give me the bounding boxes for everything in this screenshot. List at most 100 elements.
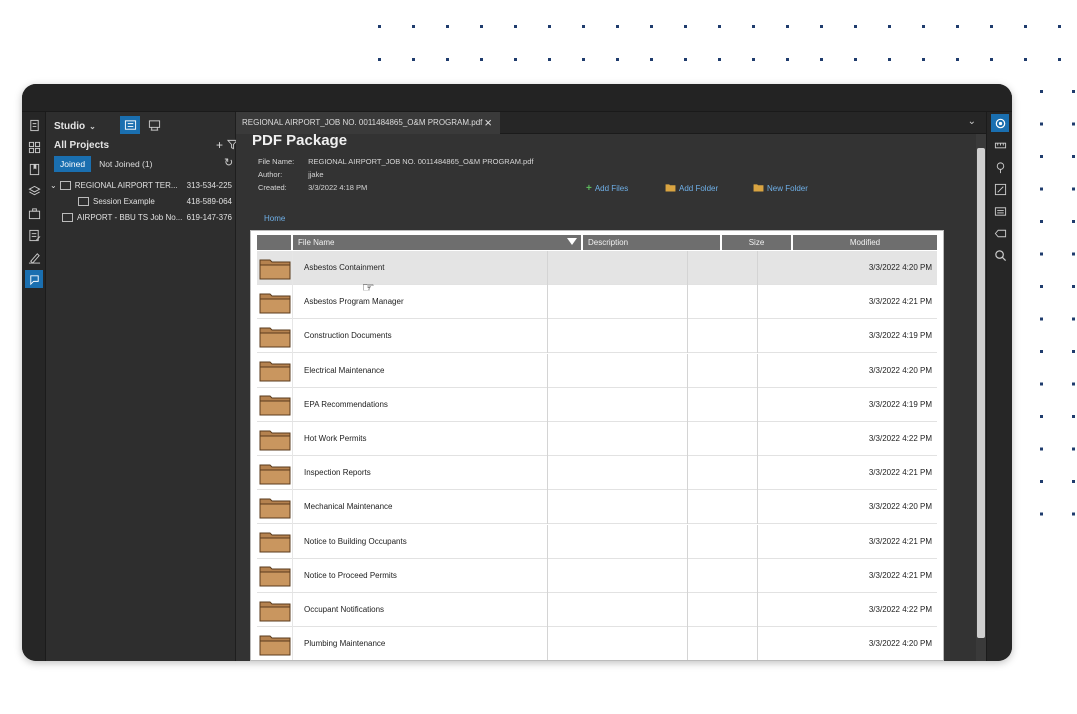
table-row[interactable]: Construction Documents 3/3/2022 4:19 PM — [257, 318, 937, 354]
modified-cell: 3/3/2022 4:22 PM — [868, 605, 932, 614]
column-divider — [757, 558, 758, 593]
add-project-icon[interactable]: + — [216, 138, 223, 152]
projects-icon[interactable] — [120, 116, 140, 134]
add-files-button[interactable]: + Add Files — [586, 183, 628, 194]
tag-icon[interactable] — [991, 224, 1009, 242]
package-title: PDF Package — [252, 132, 348, 149]
tab-not-joined[interactable]: Not Joined (1) — [91, 156, 160, 172]
column-divider — [687, 422, 688, 456]
layers-icon[interactable] — [25, 182, 43, 200]
header-description[interactable]: Description — [583, 235, 722, 250]
sessions-icon[interactable] — [144, 116, 164, 134]
modified-cell: 3/3/2022 4:21 PM — [868, 468, 932, 478]
header-file-name[interactable]: File Name — [293, 235, 583, 250]
folder-icon — [257, 284, 293, 319]
table-header: File Name Description Size Modified — [257, 235, 937, 250]
created-value: 3/3/2022 4:18 PM — [308, 183, 368, 192]
places-icon[interactable] — [991, 158, 1009, 176]
file-name-cell: Notice to Proceed Permits — [304, 570, 397, 580]
chevron-down-icon[interactable]: ⌄ — [968, 116, 976, 127]
column-divider — [757, 387, 758, 422]
markup-icon[interactable] — [991, 180, 1009, 198]
column-divider — [547, 593, 548, 627]
package-file-table: File Name Description Size Modified Asbe… — [250, 230, 944, 661]
measurements-icon[interactable] — [991, 136, 1009, 154]
folder-icon — [257, 455, 293, 490]
file-name-cell: Mechanical Maintenance — [304, 502, 393, 512]
top-bar — [22, 84, 1012, 112]
project-row[interactable]: AIRPORT - BBU TS Job No... 619-147-376 — [46, 210, 236, 224]
column-divider — [547, 524, 548, 559]
column-divider — [757, 524, 758, 559]
thumbnails-icon[interactable] — [25, 138, 43, 156]
plus-icon: + — [586, 183, 592, 194]
home-breadcrumb[interactable]: Home — [264, 214, 285, 223]
add-folder-button[interactable]: Add Folder — [665, 183, 718, 194]
toolbox-icon[interactable] — [25, 204, 43, 222]
project-name: REGIONAL AIRPORT TER... — [74, 180, 178, 190]
folder-icon — [257, 558, 293, 593]
column-divider — [687, 319, 688, 354]
markups-list-icon[interactable] — [25, 226, 43, 244]
file-name-label: File Name: — [258, 157, 295, 166]
new-folder-button[interactable]: New Folder — [753, 183, 808, 194]
header-file-name-label: File Name — [298, 238, 335, 247]
project-id: 619-147-376 — [186, 212, 232, 222]
column-divider — [547, 490, 548, 525]
project-row[interactable]: ⌄ REGIONAL AIRPORT TER... 313-534-225 — [46, 178, 236, 192]
table-row[interactable]: Asbestos Containment 3/3/2022 4:20 PM — [257, 250, 937, 285]
refresh-icon[interactable]: ↻ — [224, 156, 233, 169]
column-divider — [547, 387, 548, 422]
session-row[interactable]: Session Example 418-589-064 — [46, 194, 236, 208]
table-row[interactable]: Electrical Maintenance 3/3/2022 4:20 PM — [257, 353, 937, 388]
session-id: 418-589-064 — [186, 196, 232, 206]
modified-cell: 3/3/2022 4:21 PM — [868, 536, 932, 546]
table-row[interactable]: Notice to Building Occupants 3/3/2022 4:2… — [257, 524, 937, 559]
created-label: Created: — [258, 183, 287, 192]
folder-icon — [257, 421, 293, 456]
file-name-cell: EPA Recommendations — [304, 399, 388, 409]
table-row[interactable]: Mechanical Maintenance 3/3/2022 4:20 PM — [257, 489, 937, 525]
tab-joined[interactable]: Joined — [54, 156, 92, 172]
modified-cell: 3/3/2022 4:21 PM — [868, 570, 932, 580]
column-divider — [757, 490, 758, 525]
column-divider — [547, 251, 548, 285]
project-icon — [59, 180, 71, 190]
close-icon[interactable]: × — [484, 115, 492, 130]
table-row[interactable]: Occupant Notifications 3/3/2022 4:22 PM — [257, 592, 937, 627]
table-row[interactable]: Notice to Proceed Permits 3/3/2022 4:21 P… — [257, 558, 937, 593]
hand-cursor-icon: ☞ — [362, 279, 375, 295]
signature-icon[interactable] — [25, 248, 43, 266]
project-icon — [62, 212, 73, 222]
modified-cell: 3/3/2022 4:20 PM — [868, 639, 932, 649]
project-tabs: Joined Not Joined (1) — [54, 156, 160, 172]
search-icon[interactable] — [991, 246, 1009, 264]
stamps-icon[interactable] — [991, 202, 1009, 220]
modified-cell: 3/3/2022 4:19 PM — [868, 399, 932, 409]
folder-icon — [257, 524, 293, 559]
table-row[interactable]: EPA Recommendations 3/3/2022 4:19 PM — [257, 387, 937, 422]
column-divider — [757, 422, 758, 456]
header-size[interactable]: Size — [722, 235, 793, 250]
table-row[interactable]: Hot Work Permits 3/3/2022 4:22 PM — [257, 421, 937, 456]
header-modified[interactable]: Modified — [793, 235, 937, 250]
scrollbar-thumb[interactable] — [977, 148, 985, 638]
table-row[interactable]: Asbestos Program Manager 3/3/2022 4:21 PM — [257, 284, 937, 320]
column-divider — [757, 456, 758, 491]
properties-icon[interactable] — [991, 114, 1009, 132]
table-row[interactable]: Inspection Reports 3/3/2022 4:21 PM — [257, 455, 937, 491]
column-divider — [547, 627, 548, 660]
document-tab[interactable]: REGIONAL AIRPORT_JOB NO. 0011484865_O&M … — [236, 112, 500, 134]
new-folder-icon — [753, 183, 764, 194]
studio-menu[interactable]: Studio ⌄ — [54, 116, 96, 136]
bookmarks-icon[interactable] — [25, 160, 43, 178]
folder-icon — [257, 250, 293, 285]
file-name-cell: Asbestos Containment — [304, 263, 385, 272]
table-row[interactable]: Plumbing Maintenance 3/3/2022 4:20 PM — [257, 626, 937, 660]
file-icon[interactable] — [25, 116, 43, 134]
studio-icon[interactable] — [25, 270, 43, 288]
document-tab-bar: REGIONAL AIRPORT_JOB NO. 0011484865_O&M … — [236, 112, 986, 134]
column-divider — [547, 285, 548, 320]
author-label: Author: — [258, 170, 283, 179]
project-id: 313-534-225 — [186, 180, 232, 190]
